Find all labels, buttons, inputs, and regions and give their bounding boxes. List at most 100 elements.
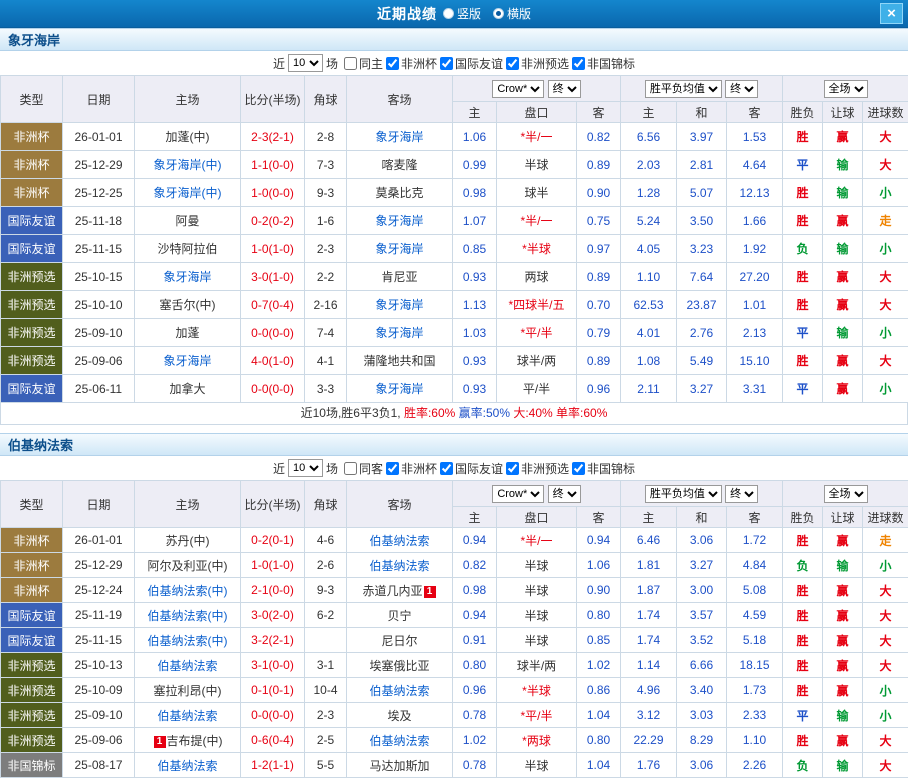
match-row: 国际友谊25-06-11加拿大0-0(0-0)3-3象牙海岸0.93平/半0.9… <box>1 375 908 403</box>
filter-option[interactable]: 非国锦标 <box>572 460 635 477</box>
filter-checkbox[interactable] <box>572 462 585 475</box>
team-name[interactable]: 象牙海岸 <box>375 130 423 144</box>
odds-source-select[interactable]: Crow* <box>492 485 544 503</box>
odds-final-select[interactable]: 终 <box>548 485 581 503</box>
avg-draw: 3.52 <box>677 628 727 653</box>
team-name[interactable]: 象牙海岸 <box>375 242 423 256</box>
match-date: 25-12-29 <box>63 151 135 179</box>
avg-away: 1.92 <box>727 235 783 263</box>
team-name[interactable]: 伯基纳法索(中) <box>148 609 228 623</box>
filter-option[interactable]: 非洲预选 <box>506 55 569 72</box>
handicap: 半球 <box>497 578 577 603</box>
col-odds-away: 客 <box>577 102 621 123</box>
home-team: 伯基纳法索(中) <box>135 628 241 653</box>
handicap: *半球 <box>497 678 577 703</box>
team-name: 赤道几内亚 <box>362 584 422 598</box>
result-handicap: 输 <box>823 753 863 778</box>
filter-checkbox[interactable] <box>572 57 585 70</box>
odds-home: 0.85 <box>453 235 497 263</box>
filter-option[interactable]: 同客 <box>344 460 383 477</box>
filter-option[interactable]: 非洲杯 <box>386 460 437 477</box>
avg-final-select[interactable]: 终 <box>725 80 758 98</box>
radio-vertical[interactable]: 竖版 <box>443 5 481 22</box>
col-avg-home: 主 <box>621 507 677 528</box>
odds-away: 0.89 <box>577 347 621 375</box>
filter-checkbox[interactable] <box>440 462 453 475</box>
team-name: 莫桑比克 <box>375 186 423 200</box>
filter-checkbox[interactable] <box>506 462 519 475</box>
filter-checkbox[interactable] <box>440 57 453 70</box>
team-name[interactable]: 伯基纳法索(中) <box>148 584 228 598</box>
avg-source-select[interactable]: 胜平负均值 <box>645 80 722 98</box>
match-count-select[interactable]: 10 <box>288 459 323 477</box>
team-name[interactable]: 象牙海岸 <box>375 326 423 340</box>
team-name[interactable]: 伯基纳法索 <box>369 534 429 548</box>
result-goals: 走 <box>863 528 908 553</box>
home-team: 加拿大 <box>135 375 241 403</box>
avg-draw: 3.57 <box>677 603 727 628</box>
filter-option[interactable]: 非洲预选 <box>506 460 569 477</box>
team-name[interactable]: 象牙海岸(中) <box>154 158 222 172</box>
team-name[interactable]: 象牙海岸 <box>163 354 211 368</box>
filter-option[interactable]: 国际友谊 <box>440 55 503 72</box>
filter-option[interactable]: 国际友谊 <box>440 460 503 477</box>
match-date: 25-11-18 <box>63 207 135 235</box>
team-name[interactable]: 伯基纳法索 <box>157 759 217 773</box>
result-goals: 小 <box>863 319 908 347</box>
match-row: 非国锦标25-08-17伯基纳法索1-2(1-1)5-5马达加斯加0.78半球1… <box>1 753 908 778</box>
team-name[interactable]: 伯基纳法索 <box>369 684 429 698</box>
match-row: 非洲预选25-10-15象牙海岸3-0(1-0)2-2肯尼亚0.93两球0.89… <box>1 263 908 291</box>
radio-horizontal[interactable]: 横版 <box>493 5 531 22</box>
home-team: 象牙海岸 <box>135 347 241 375</box>
match-type-badge: 国际友谊 <box>1 235 63 263</box>
filter-checkbox[interactable] <box>506 57 519 70</box>
team-name[interactable]: 伯基纳法索 <box>157 659 217 673</box>
team-name: 吉布提(中) <box>167 734 223 748</box>
odds-home: 0.94 <box>453 528 497 553</box>
filter-checkbox[interactable] <box>386 57 399 70</box>
team-name[interactable]: 象牙海岸 <box>375 298 423 312</box>
filter-option[interactable]: 同主 <box>344 55 383 72</box>
away-team: 伯基纳法索 <box>347 553 453 578</box>
filter-checkbox[interactable] <box>344 57 357 70</box>
team-name[interactable]: 伯基纳法索(中) <box>148 634 228 648</box>
avg-home: 6.56 <box>621 123 677 151</box>
team-name[interactable]: 象牙海岸 <box>163 270 211 284</box>
filter-checkbox[interactable] <box>386 462 399 475</box>
team-name[interactable]: 伯基纳法索 <box>369 734 429 748</box>
away-team: 赤道几内亚1 <box>347 578 453 603</box>
home-team: 象牙海岸 <box>135 263 241 291</box>
col-avg-away: 客 <box>727 102 783 123</box>
odds-source-select[interactable]: Crow* <box>492 80 544 98</box>
filter-option[interactable]: 非洲杯 <box>386 55 437 72</box>
match-count-select[interactable]: 10 <box>288 54 323 72</box>
away-team: 肯尼亚 <box>347 263 453 291</box>
corner-score: 2-6 <box>305 553 347 578</box>
close-button[interactable]: × <box>880 3 903 24</box>
avg-source-select[interactable]: 胜平负均值 <box>645 485 722 503</box>
corner-score <box>305 628 347 653</box>
odds-away: 1.04 <box>577 703 621 728</box>
team-name[interactable]: 象牙海岸(中) <box>154 186 222 200</box>
filter-option[interactable]: 非国锦标 <box>572 55 635 72</box>
filter-checkbox[interactable] <box>344 462 357 475</box>
odds-final-select[interactable]: 终 <box>548 80 581 98</box>
avg-final-select[interactable]: 终 <box>725 485 758 503</box>
odds-away: 1.04 <box>577 753 621 778</box>
handicap: 半球 <box>497 151 577 179</box>
team-name[interactable]: 伯基纳法索 <box>369 559 429 573</box>
filter-label: 非洲预选 <box>521 460 569 477</box>
avg-draw: 7.64 <box>677 263 727 291</box>
home-team: 伯基纳法索 <box>135 753 241 778</box>
fullmatch-select[interactable]: 全场 <box>824 485 868 503</box>
match-date: 25-11-19 <box>63 603 135 628</box>
away-team: 喀麦隆 <box>347 151 453 179</box>
team-name: 蒲隆地共和国 <box>363 354 435 368</box>
team-name[interactable]: 象牙海岸 <box>375 382 423 396</box>
team-name[interactable]: 伯基纳法索 <box>157 709 217 723</box>
match-row: 非洲预选25-10-13伯基纳法索3-1(0-0)3-1埃塞俄比亚0.80球半/… <box>1 653 908 678</box>
odds-home: 0.98 <box>453 578 497 603</box>
team-name[interactable]: 象牙海岸 <box>375 214 423 228</box>
fullmatch-select[interactable]: 全场 <box>824 80 868 98</box>
avg-home: 4.01 <box>621 319 677 347</box>
